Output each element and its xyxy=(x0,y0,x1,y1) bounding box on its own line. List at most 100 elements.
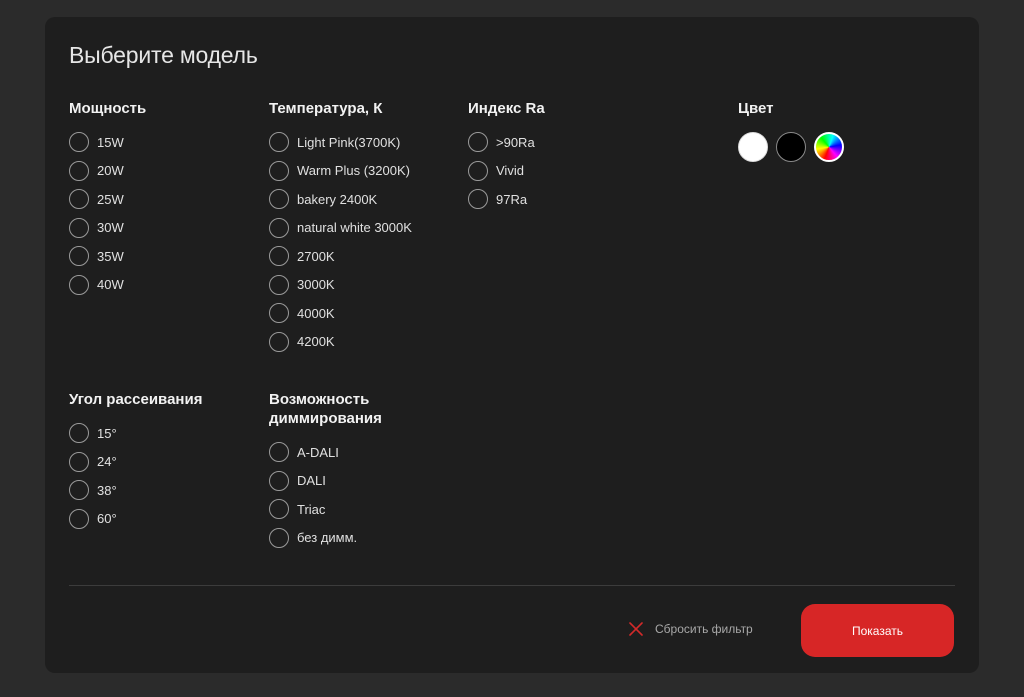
radio-option[interactable]: 97Ra xyxy=(468,189,545,209)
radio-label: 20W xyxy=(97,163,124,178)
radio-option[interactable]: 24° xyxy=(69,451,202,472)
radio-button[interactable] xyxy=(69,423,89,443)
radio-option[interactable]: 4000K xyxy=(269,303,412,323)
radio-option[interactable]: DALI xyxy=(269,470,419,491)
radio-label: Warm Plus (3200K) xyxy=(297,163,410,178)
radio-button[interactable] xyxy=(269,189,289,209)
radio-button[interactable] xyxy=(69,160,89,181)
radio-label: 35W xyxy=(97,248,124,264)
radio-label: 40W xyxy=(97,277,124,292)
radio-label: 15W xyxy=(97,134,124,150)
radio-option[interactable]: 20W xyxy=(69,160,146,181)
radio-button[interactable] xyxy=(69,451,89,472)
radio-option[interactable]: A-DALI xyxy=(269,442,419,462)
filter-group-dimming: Возможность диммирования A-DALI DALI Triac… xyxy=(269,390,419,556)
radio-button[interactable] xyxy=(69,217,89,238)
radio-button[interactable] xyxy=(269,499,289,519)
radio-button[interactable] xyxy=(269,160,289,181)
filter-group-title: Температура, К xyxy=(269,100,383,117)
radio-option[interactable]: >90Ra xyxy=(468,132,545,152)
radio-option[interactable]: без димм. xyxy=(269,527,419,548)
radio-label: 30W xyxy=(97,220,124,235)
radio-label: 60° xyxy=(97,511,117,526)
radio-label: 38° xyxy=(97,482,117,498)
radio-option[interactable]: 15W xyxy=(69,132,146,152)
radio-label: 4000K xyxy=(297,305,335,321)
radio-button[interactable] xyxy=(69,132,89,152)
radio-option[interactable]: 38° xyxy=(69,480,202,500)
radio-button[interactable] xyxy=(69,189,89,209)
radio-button[interactable] xyxy=(69,508,89,529)
filter-group-title: Мощность xyxy=(69,100,147,117)
footer-divider xyxy=(69,585,955,586)
radio-option[interactable]: 4200K xyxy=(269,331,412,352)
radio-option[interactable]: 2700K xyxy=(269,246,412,266)
radio-option[interactable]: Vivid xyxy=(468,160,545,181)
radio-button[interactable] xyxy=(269,303,289,323)
radio-label: 24° xyxy=(97,454,117,469)
radio-option[interactable]: Warm Plus (3200K) xyxy=(269,160,412,181)
radio-option[interactable]: natural white 3000K xyxy=(269,217,412,238)
radio-button[interactable] xyxy=(468,189,488,209)
radio-label: 15° xyxy=(97,425,117,441)
radio-button[interactable] xyxy=(269,331,289,352)
options-list: A-DALI DALI Triac без димм. xyxy=(269,442,419,548)
filter-group-ra-index: Индекс Ra >90Ra Vivid 97Ra xyxy=(468,99,545,218)
radio-button[interactable] xyxy=(269,470,289,491)
filter-group-temperature: Температура, К Light Pink(3700K) Warm Plu… xyxy=(269,99,412,360)
options-list: Light Pink(3700K) Warm Plus (3200K) bakery… xyxy=(269,132,412,352)
radio-button[interactable] xyxy=(269,442,289,462)
filter-group-title: Угол рассеивания xyxy=(69,391,203,408)
filter-group-color: Цвет xyxy=(738,99,844,162)
radio-option[interactable]: 40W xyxy=(69,274,146,295)
radio-button[interactable] xyxy=(69,274,89,295)
radio-label: Vivid xyxy=(496,163,524,178)
radio-label: natural white 3000K xyxy=(297,220,412,235)
radio-button[interactable] xyxy=(269,132,289,152)
filter-group-title: Индекс Ra xyxy=(468,100,545,117)
radio-label: 3000K xyxy=(297,277,335,292)
radio-label: 97Ra xyxy=(496,191,528,207)
radio-button[interactable] xyxy=(269,274,289,295)
radio-button[interactable] xyxy=(69,480,89,500)
options-list: 15° 24° 38° 60° xyxy=(69,423,202,529)
filter-group-title: Возможность диммирования xyxy=(269,391,382,427)
radio-option[interactable]: Light Pink(3700K) xyxy=(269,132,412,152)
radio-label: Triac xyxy=(297,501,326,517)
filter-group-title: Цвет xyxy=(738,100,774,117)
radio-label: bakery 2400K xyxy=(297,191,378,207)
radio-option[interactable]: Triac xyxy=(269,499,419,519)
filter-group-power: Мощность 15W 20W 25W 30W 35W 40W xyxy=(69,99,146,303)
radio-label: >90Ra xyxy=(496,134,535,150)
radio-label: 2700K xyxy=(297,248,335,264)
color-swatch-white[interactable] xyxy=(738,132,768,162)
radio-option[interactable]: 15° xyxy=(69,423,202,443)
radio-label: Light Pink(3700K) xyxy=(297,134,401,150)
color-swatch-black[interactable] xyxy=(776,132,806,162)
radio-button[interactable] xyxy=(468,160,488,181)
radio-button[interactable] xyxy=(269,246,289,266)
show-button[interactable]: Показать xyxy=(801,604,954,657)
radio-option[interactable]: 25W xyxy=(69,189,146,209)
filter-panel: Выберите модель Мощность 15W 20W 25W 30W 35W… xyxy=(45,17,979,673)
radio-option[interactable]: 30W xyxy=(69,217,146,238)
radio-option[interactable]: 60° xyxy=(69,508,202,529)
panel-title: Выберите модель xyxy=(69,42,258,68)
radio-option[interactable]: 3000K xyxy=(269,274,412,295)
radio-button[interactable] xyxy=(468,132,488,152)
radio-label: A-DALI xyxy=(297,444,339,460)
close-icon xyxy=(629,622,643,636)
options-list: >90Ra Vivid 97Ra xyxy=(468,132,545,209)
reset-filter-label: Сбросить фильтр xyxy=(655,622,753,636)
filter-group-beam-angle: Угол рассеивания 15° 24° 38° 60° xyxy=(69,390,202,537)
radio-option[interactable]: bakery 2400K xyxy=(269,189,412,209)
radio-button[interactable] xyxy=(269,217,289,238)
radio-label: 25W xyxy=(97,191,124,207)
radio-label: DALI xyxy=(297,473,326,488)
radio-button[interactable] xyxy=(69,246,89,266)
radio-option[interactable]: 35W xyxy=(69,246,146,266)
radio-label: 4200K xyxy=(297,334,335,349)
color-swatch-multicolor[interactable] xyxy=(814,132,844,162)
radio-button[interactable] xyxy=(269,527,289,548)
reset-filter-button[interactable]: Сбросить фильтр xyxy=(628,621,753,637)
